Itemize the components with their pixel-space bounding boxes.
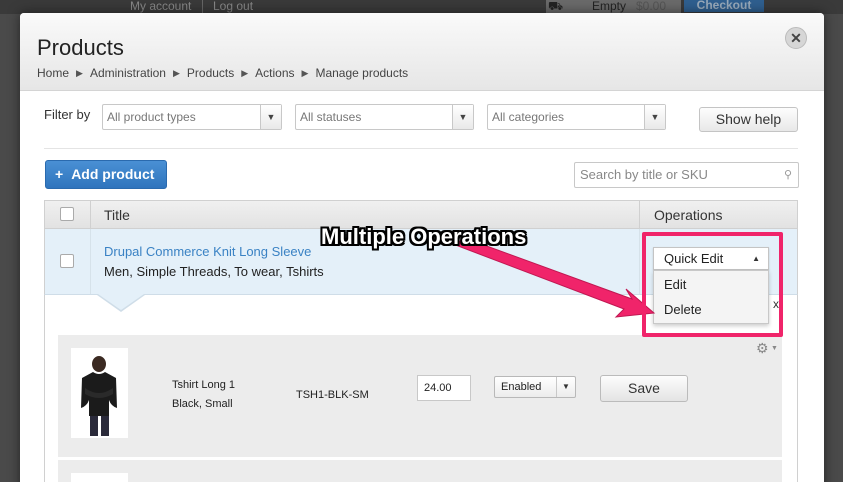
cart-summary: ⛟ Empty $0.00 [546,0,681,13]
cart-total: $0.00 [636,0,667,13]
my-account-link: My account [130,0,192,13]
log-out-link: Log out [213,0,254,13]
cart-status: Empty [592,0,627,13]
checkout-button: Checkout [684,0,764,12]
topbar-divider [202,0,203,14]
products-modal: Products Home ▶ Administration ▶ Products ▶ Ac… [20,13,824,482]
annotation-highlight-box [642,232,783,337]
annotation-label: Multiple Operations [321,224,527,249]
cart-icon: ⛟ [548,0,564,13]
